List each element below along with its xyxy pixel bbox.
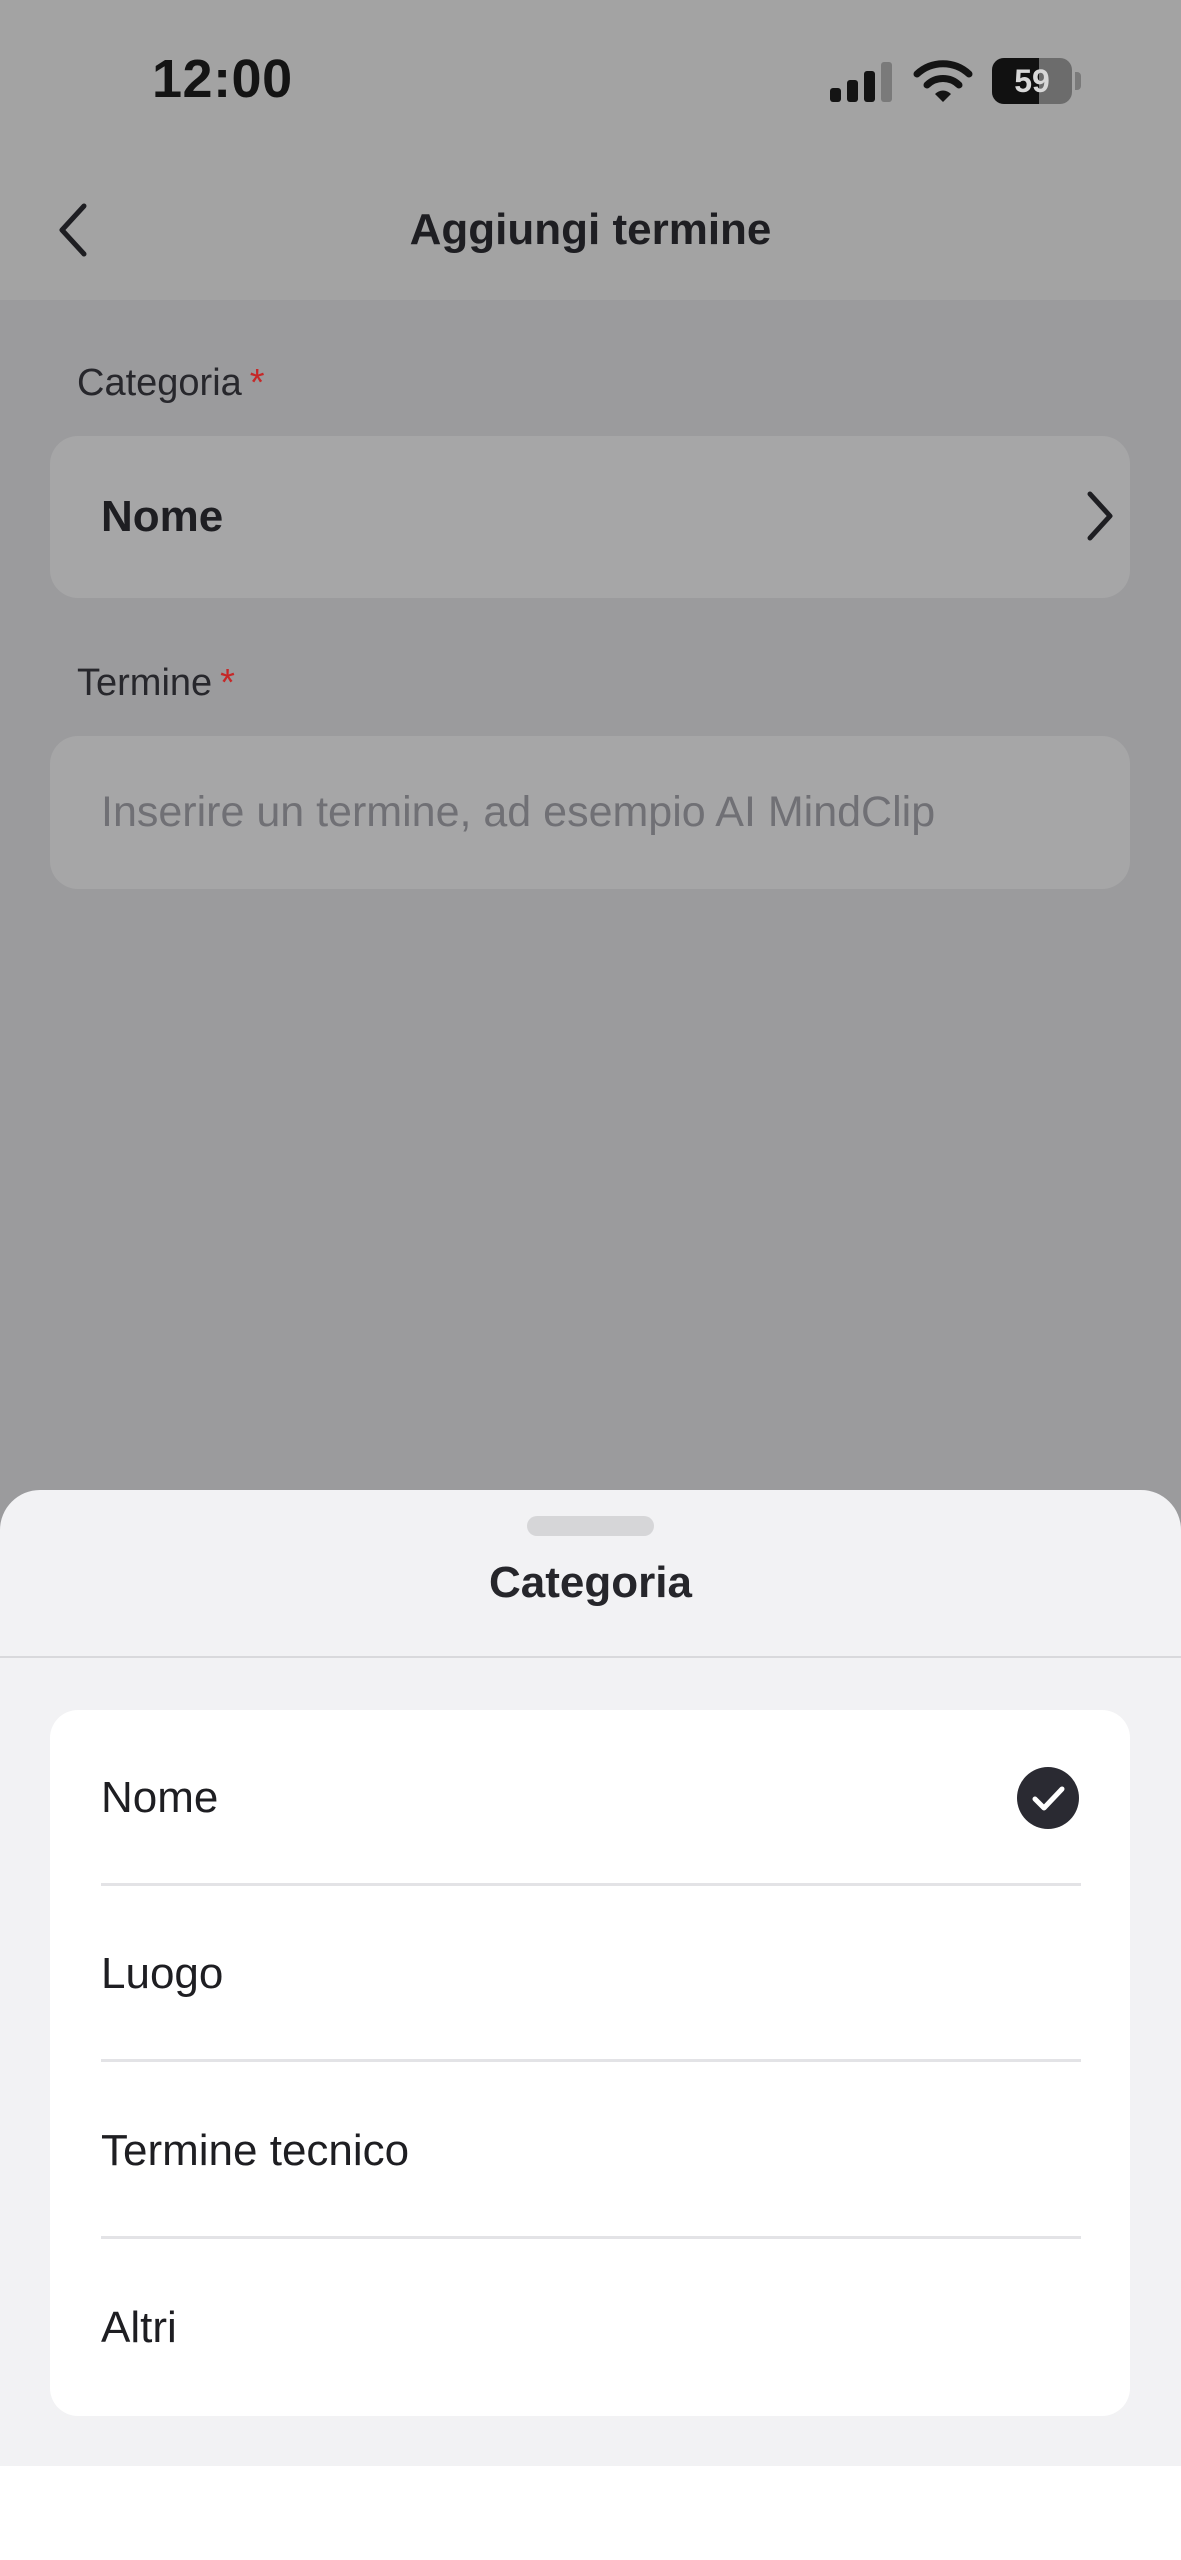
option-nome[interactable]: Nome — [50, 1710, 1130, 1886]
category-value: Nome — [101, 492, 224, 541]
status-bar: 12:00 59 — [0, 0, 1181, 160]
status-time: 12:00 — [152, 49, 293, 109]
term-label: Termine * — [77, 662, 235, 705]
term-input[interactable] — [101, 736, 1101, 889]
category-options: Nome Luogo Termine tecnico Altri — [50, 1710, 1130, 2416]
option-luogo[interactable]: Luogo — [50, 1886, 1130, 2062]
category-selector[interactable]: Nome — [50, 436, 1130, 598]
signal-icon — [830, 62, 892, 102]
option-label: Luogo — [101, 1949, 224, 1998]
category-bottom-sheet: Categoria Nome Luogo Termine tecnico Alt… — [0, 1490, 1181, 2560]
option-altri[interactable]: Altri — [50, 2240, 1130, 2416]
term-field[interactable] — [50, 736, 1130, 889]
divider — [0, 1656, 1181, 1658]
battery-body: 59 — [992, 58, 1072, 104]
category-label: Categoria * — [77, 362, 265, 405]
checkmark-icon — [1017, 1767, 1079, 1829]
required-marker: * — [249, 362, 265, 404]
required-marker: * — [220, 662, 235, 704]
sheet-grabber[interactable] — [527, 1516, 654, 1536]
option-label: Termine tecnico — [101, 2126, 410, 2175]
battery-level: 59 — [1014, 63, 1050, 99]
option-termine-tecnico[interactable]: Termine tecnico — [50, 2063, 1130, 2239]
home-indicator-area — [0, 2466, 1181, 2560]
chevron-left-icon[interactable] — [50, 200, 96, 260]
term-label-text: Termine — [77, 662, 213, 704]
category-label-text: Categoria — [77, 362, 242, 404]
chevron-right-icon — [1087, 491, 1113, 541]
divider — [101, 2059, 1081, 2062]
sheet-title: Categoria — [489, 1558, 692, 1607]
battery-cap — [1075, 72, 1081, 90]
battery-icon: 59 — [992, 58, 1082, 104]
divider — [101, 2236, 1081, 2239]
option-label: Altri — [101, 2303, 177, 2352]
option-label: Nome — [101, 1773, 219, 1822]
wifi-icon — [913, 60, 973, 102]
nav-bar: Aggiungi termine — [0, 160, 1181, 300]
page-title: Aggiungi termine — [409, 205, 772, 254]
